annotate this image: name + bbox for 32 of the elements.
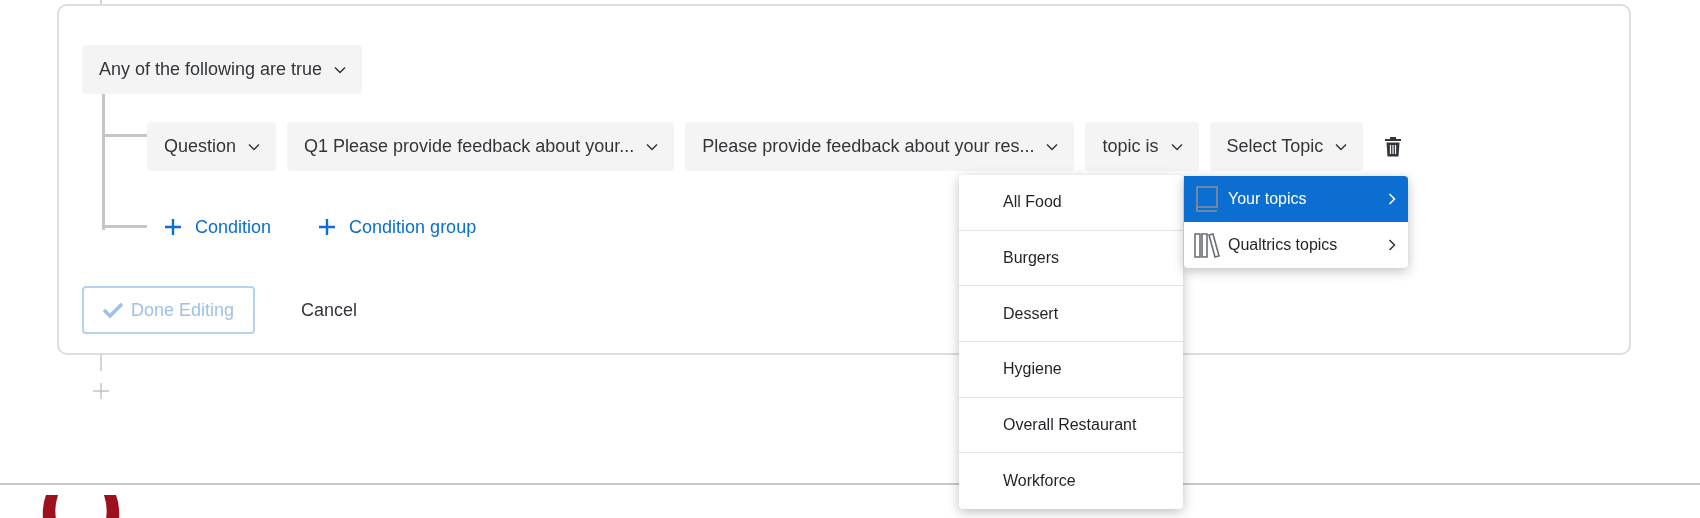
books-icon <box>1194 232 1220 258</box>
chevron-down-icon <box>1335 142 1348 151</box>
chevron-right-icon <box>1388 239 1396 251</box>
check-icon <box>102 302 123 318</box>
trash-icon[interactable] <box>1384 136 1403 157</box>
add-link[interactable]: Condition group <box>319 213 477 241</box>
chevron-down-icon <box>248 142 261 151</box>
plus-icon <box>165 219 181 235</box>
menu-item[interactable]: Qualtrics topics <box>1184 222 1408 268</box>
chevron-right-icon <box>1388 193 1396 205</box>
menu-item[interactable]: Hygiene <box>959 342 1183 398</box>
chevron-down-icon <box>1170 142 1183 151</box>
cancel-button[interactable]: Cancel <box>301 296 358 324</box>
chevron-down-icon <box>646 142 659 151</box>
condition-dropdown[interactable]: topic is <box>1085 122 1199 171</box>
menu-item[interactable]: Overall Restaurant <box>959 397 1183 454</box>
logo-icon <box>42 495 120 518</box>
menu-item[interactable]: Burgers <box>959 230 1183 287</box>
condition-dropdown[interactable]: Select Topic <box>1209 122 1364 171</box>
plus-icon <box>319 219 336 235</box>
chevron-down-icon <box>1046 142 1059 151</box>
menu-item[interactable]: Dessert <box>959 286 1183 343</box>
condition-dropdown[interactable]: Question <box>147 122 277 171</box>
chevron-down-icon <box>334 65 347 74</box>
menu-item[interactable]: Your topics <box>1184 176 1408 222</box>
condition-dropdown[interactable]: Please provide feedback about your res... <box>685 122 1075 171</box>
menu-item[interactable]: All Food <box>959 175 1183 231</box>
book-icon <box>1194 186 1220 212</box>
menu-item[interactable]: Workforce <box>959 453 1183 510</box>
condition-dropdown[interactable]: Q1 Please provide feedback about your... <box>287 122 675 171</box>
logic-dropdown[interactable]: Any of the following are true <box>82 45 363 94</box>
add-link[interactable]: Condition <box>165 213 272 241</box>
